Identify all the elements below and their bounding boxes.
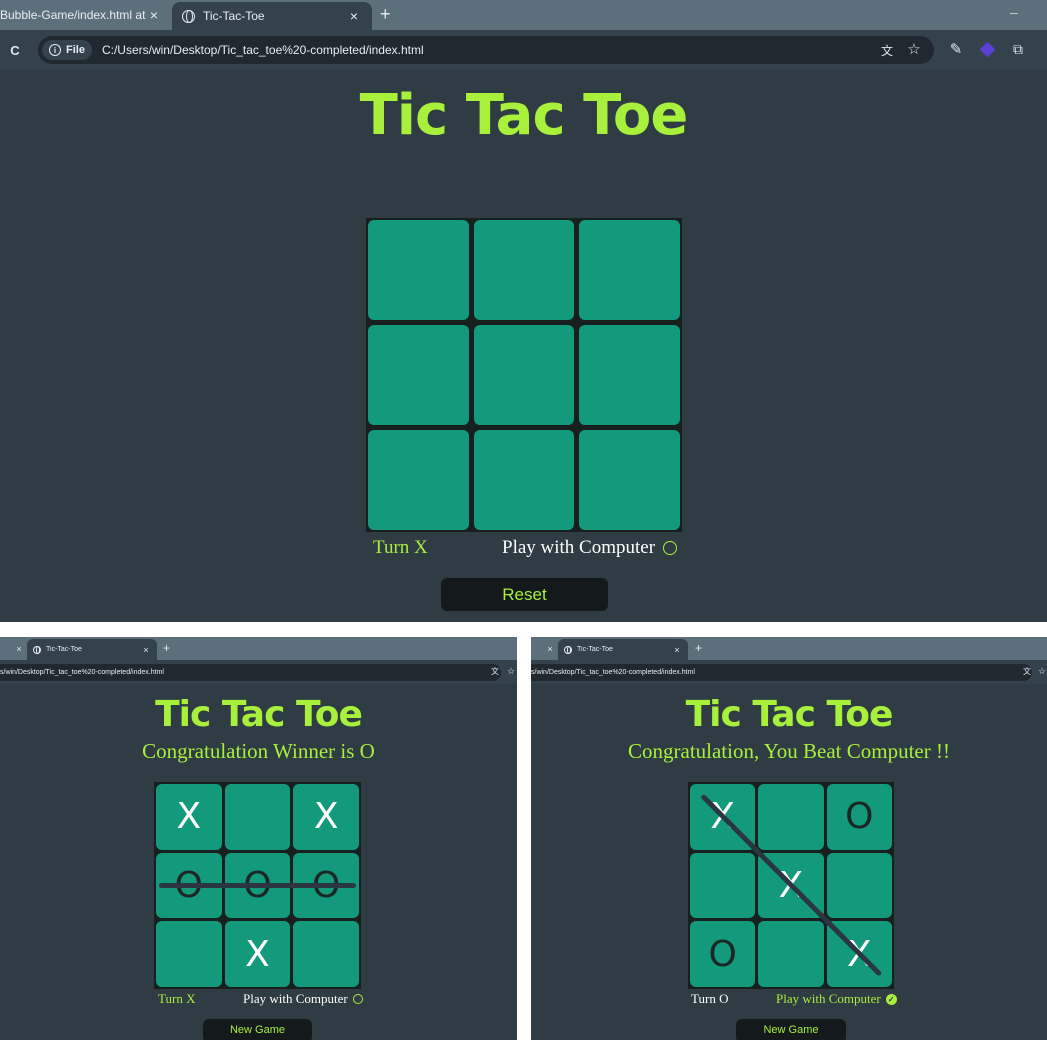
url-text: C:/Users/win/Desktop/Tic_tac_toe%20-comp…: [101, 43, 424, 57]
star-icon[interactable]: ☆: [905, 40, 923, 58]
omnibox[interactable]: s/win/Desktop/Tic_tac_toe%20-completed/i…: [531, 664, 1032, 681]
tab-other[interactable]: ×: [531, 637, 555, 660]
url-text: s/win/Desktop/Tic_tac_toe%20-completed/i…: [531, 669, 695, 676]
board-cell-2[interactable]: [473, 220, 575, 320]
board-cell-9[interactable]: [293, 921, 359, 987]
board-cell-3[interactable]: O: [826, 784, 892, 850]
board-cell-8[interactable]: [758, 921, 824, 987]
puzzle-icon[interactable]: ⧉: [1009, 40, 1027, 58]
tab-tic-tac-toe[interactable]: Tic-Tac-Toe ×: [27, 639, 157, 660]
board-cell-3[interactable]: [579, 220, 680, 320]
check-circle-icon[interactable]: ✓: [885, 993, 897, 1005]
new-tab-button[interactable]: +: [380, 4, 391, 25]
board-cell-1[interactable]: X: [156, 784, 222, 850]
result-message: Congratulation, You Beat Computer !!: [628, 739, 950, 763]
new-tab-button[interactable]: +: [695, 641, 702, 655]
tab-tic-tac-toe[interactable]: Tic-Tac-Toe ×: [172, 2, 372, 30]
play-with-label: Play with Computer: [502, 537, 656, 558]
omnibox[interactable]: s/win/Desktop/Tic_tac_toe%20-completed/i…: [0, 664, 501, 681]
site-info-chip[interactable]: i File: [42, 40, 92, 60]
play-with-label: Play with Computer: [243, 991, 348, 1006]
tab-label: Tic-Tac-Toe: [46, 646, 82, 653]
board-cell-8[interactable]: [473, 430, 575, 530]
board-cell-5[interactable]: [473, 325, 575, 425]
eyedropper-icon[interactable]: ✎: [947, 40, 965, 58]
radio-circle-icon[interactable]: [352, 994, 363, 1004]
close-icon[interactable]: ×: [146, 7, 162, 23]
close-icon[interactable]: ×: [672, 645, 682, 655]
winning-line: [159, 882, 356, 888]
board-cell-9[interactable]: [579, 430, 680, 530]
board-cell-2[interactable]: [758, 784, 824, 850]
board-cell-8[interactable]: X: [224, 921, 291, 987]
board-cell-6[interactable]: [579, 325, 680, 425]
star-icon[interactable]: ☆: [1036, 665, 1047, 677]
page-title: Tic Tac Toe: [155, 694, 363, 735]
tab-label: Tic-Tac-Toe: [577, 646, 613, 653]
play-with-label: Play with Computer: [776, 991, 881, 1006]
new-tab-button[interactable]: +: [163, 641, 170, 655]
tab-tic-tac-toe[interactable]: Tic-Tac-Toe ×: [558, 639, 688, 660]
tab-strip: Bubble-Game/index.html at ma × Tic-Tac-T…: [0, 0, 1047, 30]
radio-circle-icon[interactable]: [663, 541, 678, 555]
turn-indicator: Turn X: [158, 991, 196, 1006]
close-icon[interactable]: ×: [346, 8, 362, 24]
globe-icon: [182, 9, 195, 23]
url-text: s/win/Desktop/Tic_tac_toe%20-completed/i…: [0, 669, 164, 676]
result-message: Congratulation Winner is O: [142, 739, 375, 763]
play-with-computer-toggle[interactable]: Play with Computer: [243, 991, 363, 1007]
page-title: Tic Tac Toe: [359, 83, 689, 148]
translate-icon[interactable]: 文: [1021, 665, 1033, 677]
board-cell-6[interactable]: [826, 852, 892, 919]
tab-strip: × Tic-Tac-Toe × +: [0, 637, 517, 660]
globe-icon: [33, 645, 41, 654]
main-screenshot: Bubble-Game/index.html at ma × Tic-Tac-T…: [0, 0, 1047, 622]
reset-button[interactable]: Reset: [441, 578, 608, 611]
site-chip-label: File: [66, 44, 85, 56]
tab-label: Bubble-Game/index.html at ma: [0, 8, 146, 22]
winner-o-screenshot: × Tic-Tac-Toe × + s/win/Desktop/Tic_tac_…: [0, 637, 517, 1040]
board-cell-4[interactable]: [368, 325, 469, 425]
board-cell-3[interactable]: X: [293, 784, 359, 850]
game-board: [366, 218, 682, 532]
board-cell-1[interactable]: [368, 220, 469, 320]
omnibox[interactable]: i File C:/Users/win/Desktop/Tic_tac_toe%…: [38, 36, 934, 64]
play-with-computer-toggle[interactable]: Play with Computer ✓: [776, 991, 897, 1007]
board-cell-4[interactable]: [690, 852, 756, 919]
translate-icon[interactable]: 文: [878, 41, 896, 59]
address-bar: C i File C:/Users/win/Desktop/Tic_tac_to…: [0, 30, 1047, 70]
tab-bubble-game[interactable]: Bubble-Game/index.html at ma ×: [0, 0, 170, 30]
address-bar: s/win/Desktop/Tic_tac_toe%20-completed/i…: [531, 660, 1047, 684]
star-icon[interactable]: ☆: [505, 665, 517, 677]
turn-indicator: Turn X: [373, 537, 428, 558]
extension-gem-icon[interactable]: [979, 41, 996, 58]
beat-computer-screenshot: × Tic-Tac-Toe × + s/win/Desktop/Tic_tac_…: [531, 637, 1047, 1040]
translate-icon[interactable]: 文: [489, 665, 501, 677]
tab-other[interactable]: ×: [0, 637, 24, 660]
board-cell-2[interactable]: [224, 784, 291, 850]
new-game-button[interactable]: New Game: [203, 1019, 312, 1040]
info-icon: i: [49, 44, 61, 56]
close-icon[interactable]: ×: [141, 645, 151, 655]
turn-indicator: Turn O: [691, 991, 729, 1006]
board-cell-7[interactable]: [368, 430, 469, 530]
close-icon[interactable]: ×: [545, 644, 555, 654]
close-icon[interactable]: ×: [14, 644, 24, 654]
minimize-button[interactable]: –: [1010, 4, 1018, 20]
globe-icon: [564, 645, 572, 654]
page-title: Tic Tac Toe: [685, 694, 894, 735]
board-cell-7[interactable]: [156, 921, 222, 987]
tab-label: Tic-Tac-Toe: [203, 9, 265, 23]
address-bar: s/win/Desktop/Tic_tac_toe%20-completed/i…: [0, 660, 517, 684]
tab-strip: × Tic-Tac-Toe × +: [531, 637, 1047, 660]
new-game-button[interactable]: New Game: [736, 1019, 846, 1040]
play-with-computer-toggle[interactable]: Play with Computer: [502, 537, 678, 559]
board-cell-7[interactable]: O: [690, 921, 756, 987]
reload-icon[interactable]: C: [6, 41, 24, 59]
